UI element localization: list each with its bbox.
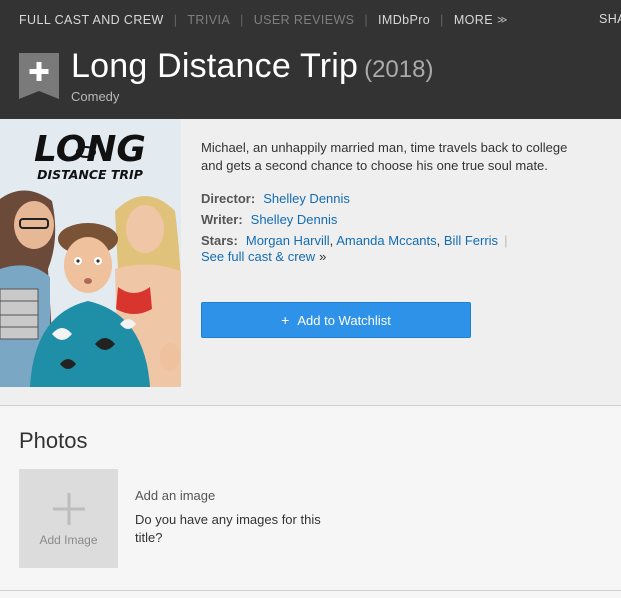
see-full-cast: See full cast & crew » xyxy=(201,249,326,264)
add-image-prompt: Do you have any images for this title? xyxy=(135,512,321,545)
director-link[interactable]: Shelley Dennis xyxy=(263,191,350,206)
star-link[interactable]: Morgan Harvill xyxy=(246,233,330,248)
trivia-link[interactable]: TRIVIA xyxy=(187,13,230,27)
stars-credit: Stars: Morgan Harvill, Amanda Mccants, Bi… xyxy=(201,233,507,248)
director-label: Director: xyxy=(201,191,256,206)
director-credit: Director: Shelley Dennis xyxy=(201,191,350,206)
poster-title-text: LONG xyxy=(34,129,146,170)
star-comma: , xyxy=(436,233,441,248)
section-divider xyxy=(0,590,621,591)
more-menu[interactable]: MORE ≫ xyxy=(454,12,508,27)
plot-line: and gets a second chance to choose his o… xyxy=(201,158,548,173)
poster-image[interactable]: LONG DISTANCE TRIP xyxy=(0,119,181,387)
poster-artwork: LONG DISTANCE TRIP xyxy=(0,119,181,387)
star-link[interactable]: Bill Ferris xyxy=(444,233,498,248)
add-image-plus-icon xyxy=(53,493,85,525)
watchlist-ribbon-icon[interactable] xyxy=(19,53,59,99)
stars-label: Stars: xyxy=(201,233,238,248)
add-image-tile-label: Add Image xyxy=(39,533,98,547)
nav-separator: | xyxy=(240,12,244,27)
title-heading: Long Distance Trip (2018) xyxy=(71,47,433,86)
nav-separator: | xyxy=(173,12,178,27)
add-to-watchlist-button[interactable]: + Add to Watchlist xyxy=(201,302,471,338)
title-header: FULL CAST AND CREW | TRIVIA | USER REVIEWS | I… xyxy=(0,0,621,119)
nav-separator: | xyxy=(440,12,444,27)
title-year-link[interactable]: (2018) xyxy=(364,56,433,83)
full-cast-link[interactable]: FULL CAST AND CREW xyxy=(19,13,164,27)
plot-line: Michael, an unhappily married man, time … xyxy=(201,140,568,155)
genre-link[interactable]: Comedy xyxy=(71,89,119,104)
watchlist-label: Add to Watchlist xyxy=(297,313,391,328)
add-image-link[interactable]: Add an image xyxy=(135,488,215,503)
plus-icon: + xyxy=(281,312,290,328)
page-title: Long Distance Trip xyxy=(71,47,359,85)
imdbpro-link[interactable]: IMDbPro xyxy=(378,13,430,27)
star-comma: , xyxy=(329,233,334,248)
poster-subtitle-text: DISTANCE TRIP xyxy=(37,167,143,182)
writer-credit: Writer: Shelley Dennis xyxy=(201,212,337,227)
share-link[interactable]: SHA xyxy=(599,12,621,26)
more-label: MORE xyxy=(453,13,493,28)
add-image-tile[interactable]: Add Image xyxy=(19,469,118,568)
star-link[interactable]: Amanda Mccants xyxy=(336,233,436,248)
user-reviews-link[interactable]: USER REVIEWS xyxy=(254,13,355,27)
nav-separator: | xyxy=(364,12,369,27)
credit-separator: | xyxy=(504,233,508,248)
writer-link[interactable]: Shelley Dennis xyxy=(251,212,338,227)
raquo-icon: » xyxy=(319,249,327,264)
writer-label: Writer: xyxy=(201,212,243,227)
title-overview: LONG DISTANCE TRIP Michael, an unhappily… xyxy=(0,119,621,406)
plot-summary: Michael, an unhappily married man, time … xyxy=(201,139,621,175)
see-full-cast-link[interactable]: See full cast & crew xyxy=(201,249,315,264)
chevron-down-icon: ≫ xyxy=(496,14,508,26)
photos-heading: Photos xyxy=(19,428,88,453)
title-subnav: FULL CAST AND CREW | TRIVIA | USER REVIEWS | I… xyxy=(19,12,508,28)
